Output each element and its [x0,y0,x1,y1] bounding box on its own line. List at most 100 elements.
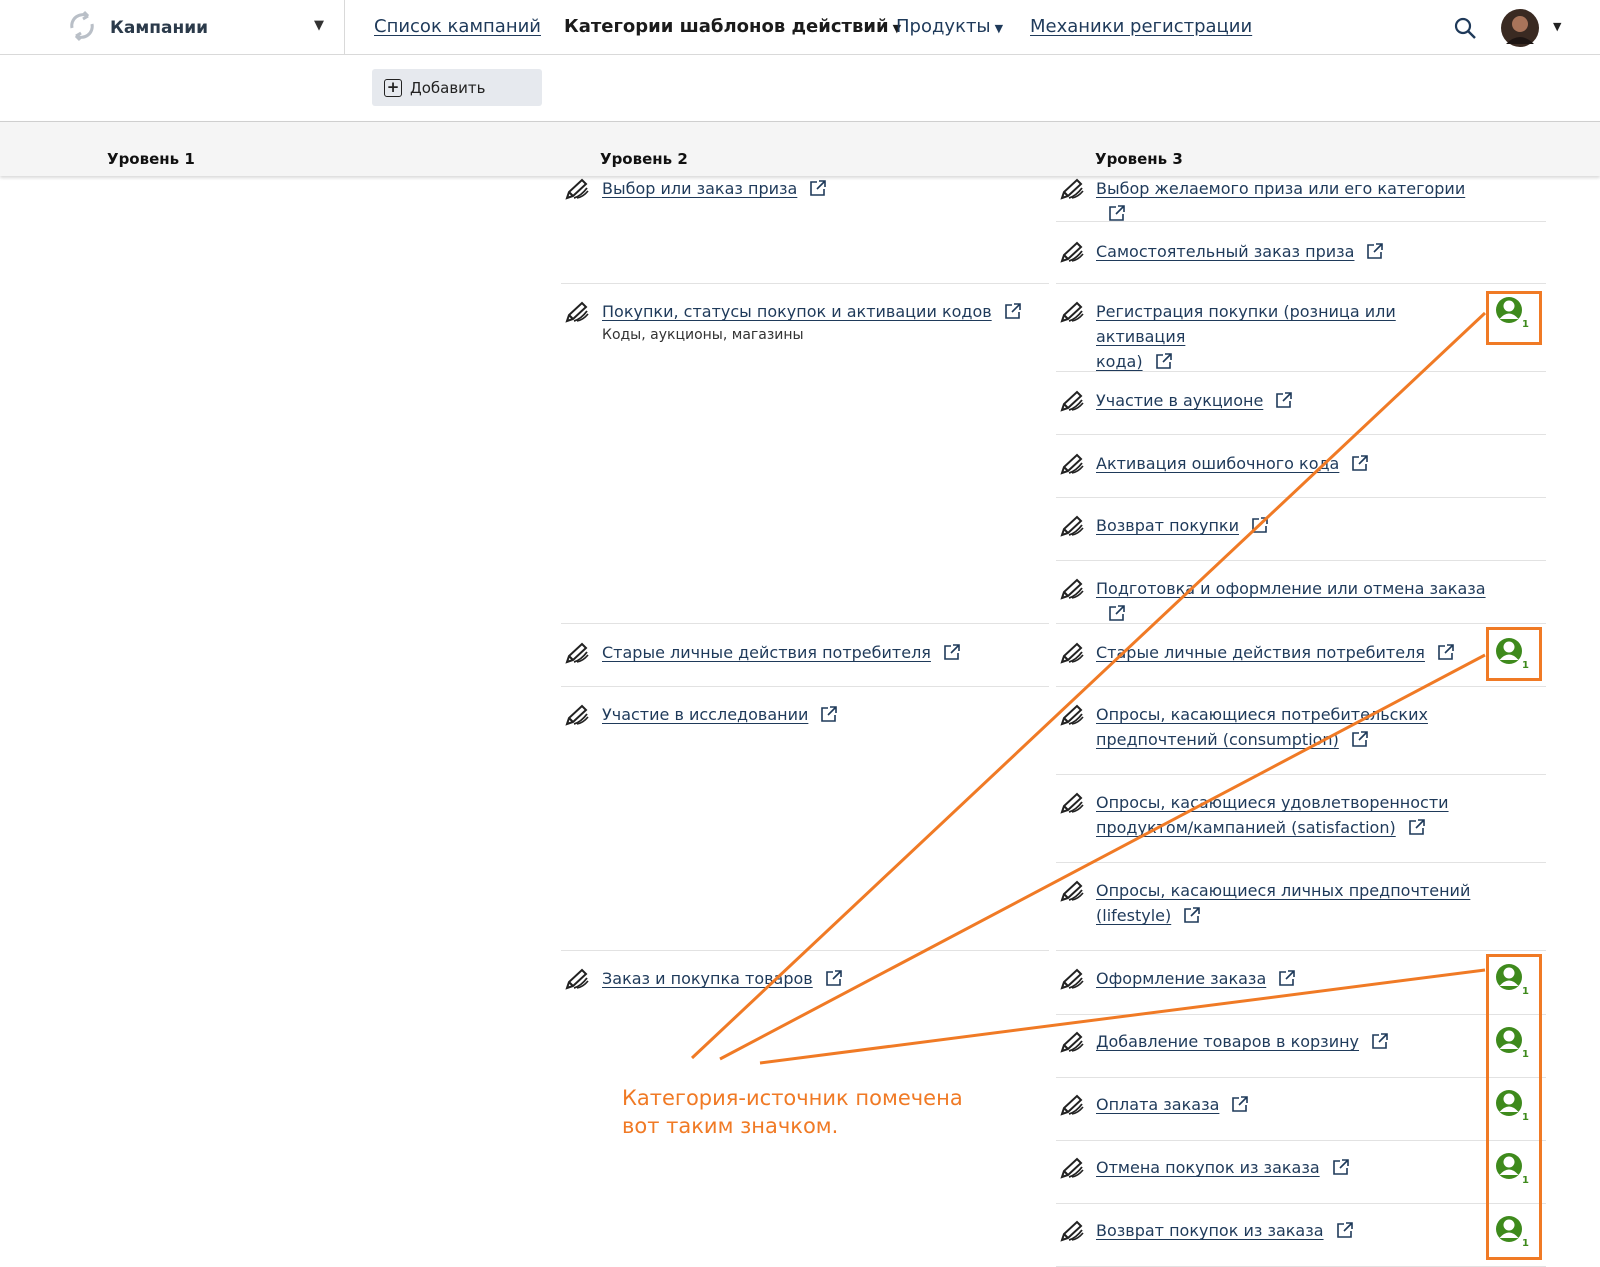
level3-category-link[interactable]: Участие в аукционе [1096,388,1486,416]
edit-pen-icon[interactable] [1060,1031,1084,1053]
external-link-icon[interactable] [1366,242,1384,267]
category-description: Коды, аукционы, магазины [602,327,804,343]
add-button-label: Добавить [410,78,486,97]
edit-pen-icon[interactable] [1060,390,1084,412]
external-link-icon[interactable] [1336,1221,1354,1246]
category-label: Активация ошибочного кода [1096,454,1340,473]
row-divider [1056,862,1546,863]
row-divider [1056,497,1546,498]
category-label: Покупки, статусы покупок и активации код… [602,302,992,321]
category-label: Возврат покупок из заказа [1096,1221,1324,1240]
external-link-icon[interactable] [1437,643,1455,668]
row-divider [1056,950,1546,951]
annotation-highlight-box [1486,627,1542,681]
category-label: Опросы, касающиеся личных предпочтений [1096,881,1471,900]
edit-pen-icon[interactable] [565,178,589,200]
edit-pen-icon[interactable] [1060,178,1084,200]
external-link-icon[interactable] [943,643,961,668]
external-link-icon[interactable] [1351,454,1369,479]
level3-category-link[interactable]: Активация ошибочного кода [1096,451,1486,479]
row-divider [561,686,1049,687]
edit-pen-icon[interactable] [1060,792,1084,814]
edit-pen-icon[interactable] [1060,1094,1084,1116]
level3-category-link[interactable]: Регистрация покупки (розница или активац… [1096,299,1486,377]
edit-pen-icon[interactable] [1060,880,1084,902]
level3-category-link[interactable]: Возврат покупок из заказа [1096,1218,1486,1246]
nav-campaign-list[interactable]: Список кампаний [374,16,541,37]
external-link-icon[interactable] [1231,1095,1249,1120]
edit-pen-icon[interactable] [1060,578,1084,600]
category-label-continued: (lifestyle) [1096,906,1172,925]
level3-category-link[interactable]: Отмена покупок из заказа [1096,1155,1486,1183]
edit-pen-icon[interactable] [1060,1220,1084,1242]
external-link-icon[interactable] [1332,1158,1350,1183]
external-link-icon[interactable] [1251,516,1269,541]
nav-registration-mechanics[interactable]: Механики регистрации [1030,16,1252,37]
category-label: Участие в исследовании [602,705,809,724]
nav-action-template-categories[interactable]: Категории шаблонов действий ▼ [564,16,901,37]
chevron-down-icon: ▼ [994,22,1004,35]
external-link-icon[interactable] [825,969,843,994]
column-header-level3: Уровень 3 [1095,150,1183,168]
edit-pen-icon[interactable] [1060,453,1084,475]
row-divider [561,950,1049,951]
external-link-icon[interactable] [1108,604,1126,629]
avatar[interactable] [1500,8,1540,52]
column-header-level2: Уровень 2 [600,150,688,168]
level3-category-link[interactable]: Старые личные действия потребителя [1096,640,1486,668]
category-label: Старые личные действия потребителя [1096,643,1425,662]
edit-pen-icon[interactable] [565,704,589,726]
level3-category-link[interactable]: Оплата заказа [1096,1092,1486,1120]
external-link-icon[interactable] [1371,1032,1389,1057]
nav-products[interactable]: Продукты ▼ [896,16,1003,37]
category-label-continued: предпочтений (consumption) [1096,730,1339,749]
external-link-icon[interactable] [1351,730,1369,755]
edit-pen-icon[interactable] [1060,704,1084,726]
level3-category-link[interactable]: Возврат покупки [1096,513,1486,541]
level2-category-link[interactable]: Старые личные действия потребителя [602,640,961,668]
row-divider [1056,774,1546,775]
level3-category-link[interactable]: Оформление заказа [1096,966,1486,994]
edit-pen-icon[interactable] [565,968,589,990]
edit-pen-icon[interactable] [565,301,589,323]
external-link-icon[interactable] [820,705,838,730]
category-label: Регистрация покупки (розница или активац… [1096,302,1396,346]
edit-pen-icon[interactable] [565,642,589,664]
external-link-icon[interactable] [1275,391,1293,416]
external-link-icon[interactable] [1183,906,1201,931]
edit-pen-icon[interactable] [1060,968,1084,990]
brand-switcher[interactable]: Кампании ▼ [64,8,344,48]
external-link-icon[interactable] [1278,969,1296,994]
level3-category-link[interactable]: Самостоятельный заказ приза [1096,239,1486,267]
nav-label: Продукты [896,16,991,37]
category-label: Старые личные действия потребителя [602,643,931,662]
chevron-down-icon[interactable]: ▼ [314,18,324,33]
level2-category-link[interactable]: Заказ и покупка товаров [602,966,843,994]
level3-category-link[interactable]: Опросы, касающиеся удовлетворенности прод… [1096,790,1486,843]
level3-category-link[interactable]: Опросы, касающиеся личных предпочтений (l… [1096,878,1486,931]
category-label: Самостоятельный заказ приза [1096,242,1355,261]
edit-pen-icon[interactable] [1060,1157,1084,1179]
external-link-icon[interactable] [1408,818,1426,843]
edit-pen-icon[interactable] [1060,301,1084,323]
external-link-icon[interactable] [809,179,827,204]
level3-category-link[interactable]: Опросы, касающиеся потребительских предпо… [1096,702,1486,755]
search-icon[interactable] [1453,16,1477,44]
add-button[interactable]: + Добавить [372,69,542,106]
level3-category-link[interactable]: Добавление товаров в корзину [1096,1029,1486,1057]
level2-category-link[interactable]: Участие в исследовании [602,702,838,730]
external-link-icon[interactable] [1155,352,1173,377]
category-label: Подготовка и оформление или отмена заказ… [1096,579,1486,598]
row-divider [561,283,1049,284]
edit-pen-icon[interactable] [1060,515,1084,537]
external-link-icon[interactable] [1108,204,1126,229]
edit-pen-icon[interactable] [1060,642,1084,664]
level2-category-link[interactable]: Покупки, статусы покупок и активации код… [602,299,1022,327]
level3-category-link[interactable]: Подготовка и оформление или отмена заказ… [1096,576,1486,629]
category-label-continued: кода) [1096,352,1143,371]
category-label: Оплата заказа [1096,1095,1220,1114]
chevron-down-icon[interactable]: ▼ [1553,20,1561,33]
edit-pen-icon[interactable] [1060,241,1084,263]
external-link-icon[interactable] [1004,302,1022,327]
level2-category-link[interactable]: Выбор или заказ приза [602,176,827,204]
